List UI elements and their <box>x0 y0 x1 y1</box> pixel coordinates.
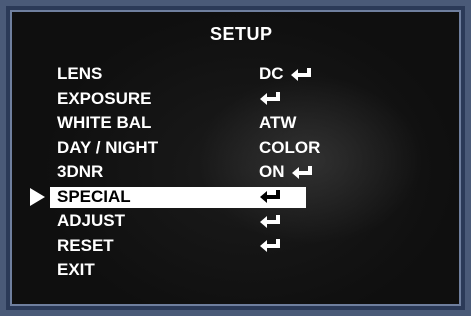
menu-item-label: ADJUST <box>57 211 126 230</box>
menu-item-exposure[interactable]: EXPOSURE <box>10 87 461 112</box>
menu-item-label: WHITE BAL <box>57 113 152 132</box>
menu-item-reset[interactable]: RESET <box>10 234 461 259</box>
menu-item-3dnr[interactable]: 3DNR ON <box>10 160 461 185</box>
osd-screen: SETUP LENS DC EXPOSURE WHITE BAL ATW DAY… <box>6 6 465 310</box>
menu-item-value: DC <box>259 62 312 87</box>
enter-icon <box>260 92 280 106</box>
menu-item-label: EXPOSURE <box>57 88 152 108</box>
menu-item-day-night[interactable]: DAY / NIGHT COLOR <box>10 136 461 161</box>
menu-list: LENS DC EXPOSURE WHITE BAL ATW DAY / NIG… <box>10 62 461 283</box>
menu-item-label: RESET <box>57 235 114 255</box>
menu-item-adjust[interactable]: ADJUST <box>10 209 461 234</box>
enter-icon <box>260 214 280 228</box>
cursor-arrow-icon <box>30 187 45 206</box>
enter-icon <box>291 165 312 179</box>
menu-item-value: ATW <box>259 113 297 132</box>
menu-item-label: 3DNR <box>57 162 104 181</box>
menu-item-special[interactable]: SPECIAL <box>10 185 461 210</box>
enter-icon <box>290 67 311 81</box>
menu-item-label: DAY / NIGHT <box>57 137 159 157</box>
enter-icon <box>260 239 280 253</box>
menu-item-value <box>259 234 281 259</box>
menu-item-value: COLOR <box>259 137 321 157</box>
menu-item-value: ON <box>259 160 313 185</box>
menu-title: SETUP <box>210 24 273 44</box>
menu-item-value <box>259 209 281 234</box>
enter-icon <box>260 190 280 204</box>
menu-item-exit[interactable]: EXIT <box>10 258 461 283</box>
menu-item-label: LENS <box>57 64 103 83</box>
menu-item-value <box>259 87 281 112</box>
menu-item-lens[interactable]: LENS DC <box>10 62 461 87</box>
menu-item-white-bal[interactable]: WHITE BAL ATW <box>10 111 461 136</box>
menu-item-value <box>259 185 281 210</box>
menu-item-label: EXIT <box>57 260 95 279</box>
menu-item-label: SPECIAL <box>57 186 131 206</box>
